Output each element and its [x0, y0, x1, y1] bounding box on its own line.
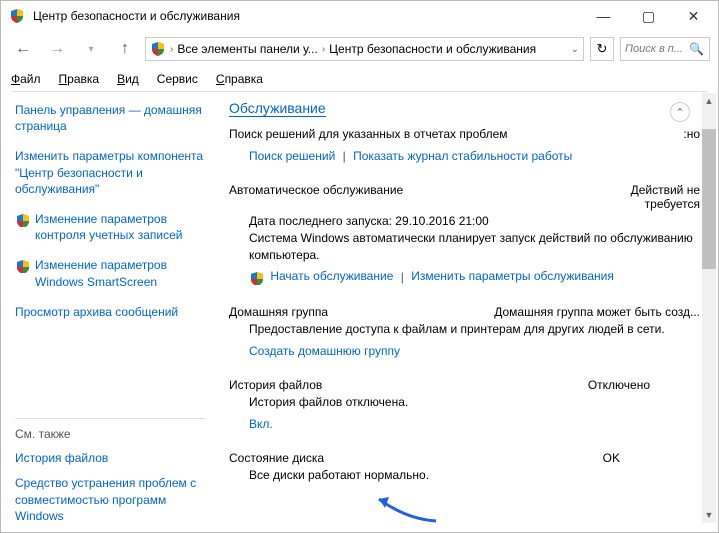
- auto-maint-label: Автоматическое обслуживание: [229, 183, 403, 211]
- maximize-button[interactable]: ▢: [626, 2, 671, 30]
- search-icon: 🔍: [689, 42, 704, 56]
- homegroup-status: Домашняя группа может быть созд...: [490, 305, 700, 319]
- search-problems-label: Поиск решений для указанных в отчетах пр…: [229, 127, 508, 141]
- scroll-up-button[interactable]: ▲: [702, 93, 716, 109]
- homegroup-desc: Предоставление доступа к файлам и принте…: [229, 321, 700, 338]
- auto-maint-lastrun: Дата последнего запуска: 29.10.2016 21:0…: [229, 213, 700, 230]
- link-enable-history[interactable]: Вкл.: [249, 417, 273, 431]
- navbar: ← → ▾ ↑ › Все элементы панели у... › Цен…: [1, 31, 718, 67]
- homegroup-label: Домашняя группа: [229, 305, 328, 319]
- menu-tools[interactable]: Сервис: [157, 72, 198, 86]
- disk-desc: Все диски работают нормально.: [229, 467, 700, 484]
- sidebar-archive[interactable]: Просмотр архива сообщений: [15, 304, 205, 320]
- breadcrumb[interactable]: › Все элементы панели у... › Центр безоп…: [145, 37, 584, 61]
- sidebar-file-history[interactable]: История файлов: [15, 451, 205, 465]
- shield-icon: [15, 213, 29, 227]
- menu-edit[interactable]: Правка: [59, 72, 100, 86]
- shield-icon: [249, 271, 263, 285]
- scrollbar[interactable]: ▲ ▼: [702, 93, 716, 523]
- scroll-down-button[interactable]: ▼: [702, 507, 716, 523]
- sidebar-change-center[interactable]: Изменить параметры компонента "Центр без…: [15, 148, 205, 197]
- close-button[interactable]: ✕: [671, 2, 716, 30]
- chevron-right-icon: ›: [170, 44, 173, 55]
- refresh-button[interactable]: ↻: [590, 37, 614, 61]
- search-input[interactable]: [625, 43, 685, 55]
- breadcrumb-part2[interactable]: Центр безопасности и обслуживания: [329, 42, 536, 56]
- titlebar: Центр безопасности и обслуживания — ▢ ✕: [1, 1, 718, 31]
- link-search-solutions[interactable]: Поиск решений: [249, 149, 335, 163]
- main-pane: Обслуживание ⌃ Поиск решений для указанн…: [219, 92, 718, 531]
- link-create-homegroup[interactable]: Создать домашнюю группу: [249, 344, 400, 358]
- scroll-thumb[interactable]: [702, 129, 716, 269]
- nav-dropdown-button[interactable]: ▾: [77, 35, 105, 63]
- file-history-status: Отключено: [588, 378, 700, 392]
- link-start-maintenance[interactable]: Начать обслуживание: [270, 270, 393, 284]
- collapse-button[interactable]: ⌃: [670, 102, 690, 122]
- link-reliability-log[interactable]: Показать журнал стабильности работы: [353, 149, 572, 163]
- sidebar-home[interactable]: Панель управления — домашняя страница: [15, 102, 205, 134]
- menubar: Файл Правка Вид Сервис Справка: [1, 67, 718, 91]
- breadcrumb-shield-icon: [150, 41, 166, 57]
- auto-maint-status: Действий не требуется: [580, 183, 700, 211]
- search-box[interactable]: 🔍: [620, 37, 710, 61]
- link-change-maintenance[interactable]: Изменить параметры обслуживания: [411, 270, 614, 284]
- auto-maint-desc: Система Windows автоматически планирует …: [229, 230, 700, 264]
- nav-forward-button: →: [43, 35, 71, 63]
- menu-help[interactable]: Справка: [216, 72, 263, 86]
- chevron-right-icon: ›: [322, 44, 325, 55]
- menu-view[interactable]: Вид: [117, 72, 139, 86]
- see-also-label: См. также: [15, 427, 205, 441]
- file-history-label: История файлов: [229, 378, 322, 392]
- breadcrumb-part1[interactable]: Все элементы панели у...: [177, 42, 317, 56]
- menu-file[interactable]: Файл: [11, 72, 41, 86]
- nav-back-button[interactable]: ←: [9, 35, 37, 63]
- sidebar-troubleshoot[interactable]: Средство устранения проблем с совместимо…: [15, 475, 205, 524]
- sidebar-see-also: См. также История файлов Средство устран…: [1, 410, 219, 524]
- nav-up-button[interactable]: ↑: [111, 35, 139, 63]
- sidebar-smartscreen[interactable]: Изменение параметров Windows SmartScreen: [35, 257, 205, 289]
- disk-label: Состояние диска: [229, 451, 324, 465]
- window-title: Центр безопасности и обслуживания: [33, 9, 240, 23]
- dropdown-chevron-icon[interactable]: ⌄: [571, 44, 579, 55]
- file-history-desc: История файлов отключена.: [229, 394, 700, 411]
- section-heading[interactable]: Обслуживание: [229, 100, 326, 117]
- disk-status: OK: [603, 451, 700, 465]
- app-shield-icon: [9, 8, 25, 24]
- shield-icon: [15, 259, 29, 273]
- search-problems-status: :но: [683, 127, 700, 141]
- sidebar-uac[interactable]: Изменение параметров контроля учетных за…: [35, 211, 205, 243]
- minimize-button[interactable]: —: [581, 2, 626, 30]
